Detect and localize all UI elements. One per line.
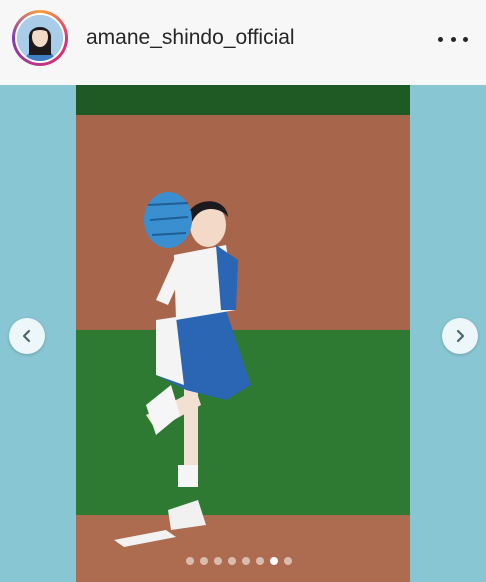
next-slide-button[interactable] [442,318,478,354]
chevron-left-icon [22,329,31,343]
chevron-right-icon [456,329,465,343]
avatar-photo [17,15,63,61]
carousel-dot[interactable] [228,557,236,565]
post-header: amane_shindo_official [0,0,486,85]
username[interactable]: amane_shindo_official [86,26,295,50]
carousel-dot[interactable] [186,557,194,565]
carousel-indicator [186,557,292,565]
carousel-dot[interactable] [200,557,208,565]
story-ring[interactable] [12,10,68,66]
post-media[interactable] [0,85,486,582]
carousel-dot-active[interactable] [270,557,278,565]
post-photo [76,85,410,582]
more-options-icon[interactable] [438,25,468,53]
carousel-dot[interactable] [214,557,222,565]
previous-slide-button[interactable] [9,318,45,354]
pitcher-photo [76,85,410,582]
avatar[interactable] [17,15,63,61]
carousel-dot[interactable] [242,557,250,565]
carousel-dot[interactable] [256,557,264,565]
carousel-dot[interactable] [284,557,292,565]
